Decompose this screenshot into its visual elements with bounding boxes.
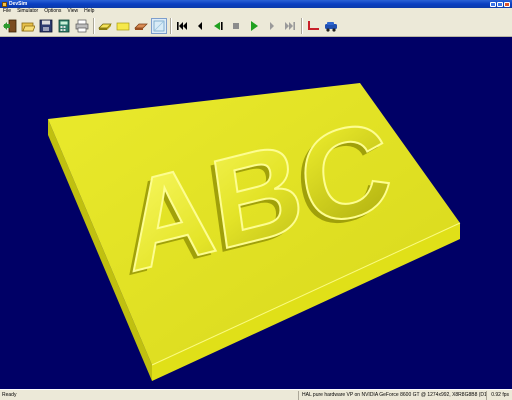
- window-controls: [490, 1, 510, 7]
- tool-button[interactable]: [133, 18, 149, 34]
- step-forward-icon: [270, 21, 274, 30]
- yellow-block-button[interactable]: [115, 18, 131, 34]
- menu-simulator[interactable]: Simulator: [14, 8, 41, 15]
- step-back-icon: [198, 21, 202, 30]
- stop-icon: [233, 22, 239, 29]
- view-frame-icon: [153, 20, 165, 31]
- play-button[interactable]: [246, 18, 262, 34]
- toolpath-icon: [308, 20, 319, 30]
- rewind-button[interactable]: [174, 18, 190, 34]
- menu-view[interactable]: View: [64, 8, 81, 15]
- print-button[interactable]: [74, 18, 90, 34]
- skip-to-end-icon: [285, 21, 295, 30]
- yellow-block-icon: [116, 22, 130, 30]
- step-forward-button[interactable]: [264, 18, 280, 34]
- folder-open-icon: [21, 22, 35, 31]
- window-title: DevSim: [9, 1, 28, 7]
- toolpath-button[interactable]: [305, 18, 321, 34]
- stock-block-icon: [98, 23, 112, 30]
- status-message: Ready: [2, 391, 17, 398]
- play-reverse-button[interactable]: [210, 18, 226, 34]
- app-icon: [2, 1, 7, 7]
- scene-canvas: ABC ABC: [48, 83, 461, 381]
- status-fps: 0.92 fps: [486, 390, 512, 400]
- toolbar-separator: [301, 17, 302, 34]
- menu-help[interactable]: Help: [81, 8, 97, 15]
- view-button[interactable]: [151, 17, 167, 34]
- menu-file[interactable]: File: [0, 8, 14, 15]
- minimize-button[interactable]: [490, 1, 496, 7]
- maximize-button[interactable]: [497, 1, 503, 7]
- status-bar: Ready HAL pure hardware VP on NVIDIA GeF…: [0, 389, 512, 400]
- exit-door-icon: [3, 19, 17, 32]
- status-renderer: HAL pure hardware VP on NVIDIA GeForce 8…: [298, 390, 486, 400]
- calculator-icon: [58, 19, 70, 32]
- menu-bar: File Simulator Options View Help: [0, 8, 512, 15]
- printer-icon: [75, 19, 89, 32]
- step-back-button[interactable]: [192, 18, 208, 34]
- play-icon: [251, 20, 258, 31]
- title-bar: DevSim: [0, 0, 512, 8]
- skip-to-end-button[interactable]: [282, 18, 298, 34]
- tool-icon: [134, 23, 148, 30]
- exit-button[interactable]: [2, 18, 18, 34]
- toolbar: [0, 15, 512, 37]
- stock-button[interactable]: [97, 18, 113, 34]
- toolbar-separator: [93, 17, 94, 34]
- save-button[interactable]: [38, 18, 54, 34]
- floppy-disk-icon: [39, 19, 53, 32]
- machine-button[interactable]: [323, 18, 339, 34]
- skip-to-start-icon: [177, 21, 187, 30]
- stop-button[interactable]: [228, 18, 244, 34]
- open-button[interactable]: [20, 18, 36, 34]
- calculator-button[interactable]: [56, 18, 72, 34]
- simulation-viewport[interactable]: ABC ABC: [0, 37, 512, 389]
- menu-options[interactable]: Options: [41, 8, 64, 15]
- play-reverse-icon: [214, 21, 223, 30]
- toolbar-separator: [170, 17, 171, 34]
- close-button[interactable]: [504, 1, 510, 7]
- machine-icon: [325, 21, 337, 32]
